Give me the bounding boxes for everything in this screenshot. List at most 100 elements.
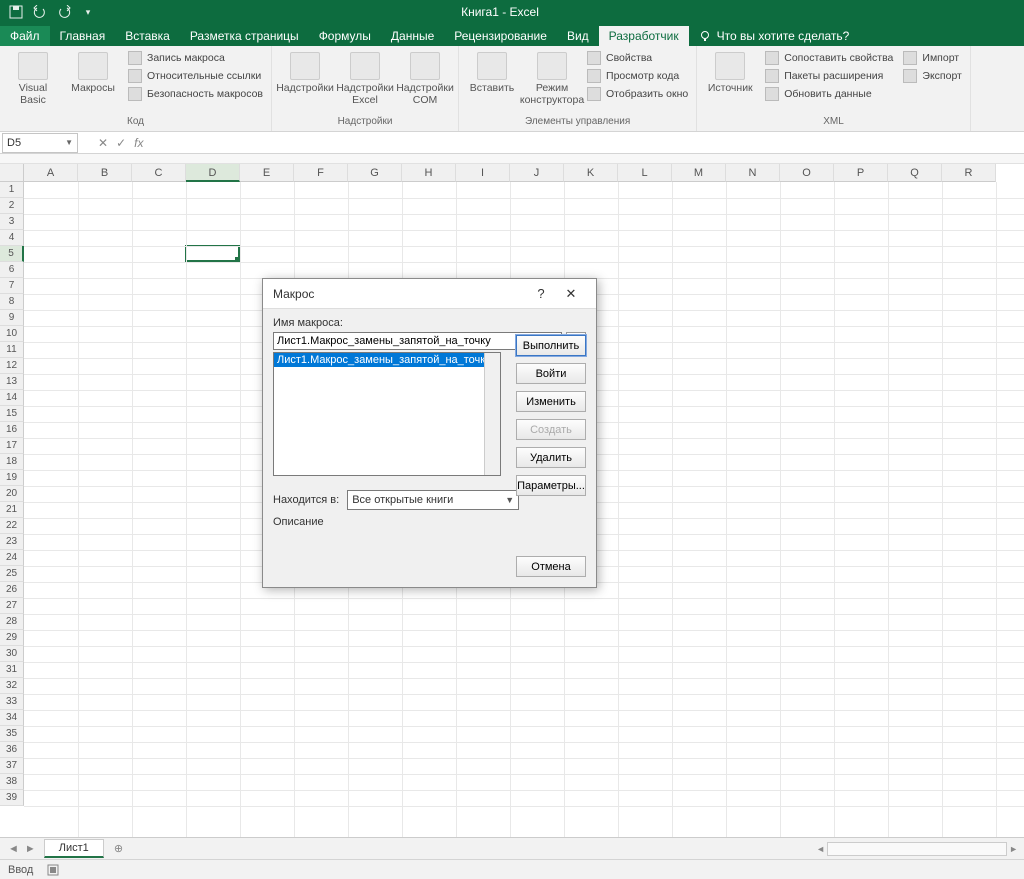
- column-header[interactable]: O: [780, 164, 834, 182]
- insert-control-button[interactable]: Вставить: [465, 50, 519, 96]
- scroll-left-icon[interactable]: ◄: [816, 844, 825, 854]
- column-header[interactable]: N: [726, 164, 780, 182]
- row-header[interactable]: 25: [0, 566, 24, 582]
- column-header[interactable]: J: [510, 164, 564, 182]
- add-sheet-button[interactable]: ⊕: [114, 842, 123, 855]
- dialog-titlebar[interactable]: Макрос ? ✕: [263, 279, 596, 309]
- row-header[interactable]: 6: [0, 262, 24, 278]
- record-macro-button[interactable]: Запись макроса: [126, 50, 265, 66]
- sheet-tab[interactable]: Лист1: [44, 839, 104, 858]
- row-header[interactable]: 7: [0, 278, 24, 294]
- column-header[interactable]: H: [402, 164, 456, 182]
- redo-icon[interactable]: [56, 4, 72, 20]
- column-header[interactable]: K: [564, 164, 618, 182]
- row-header[interactable]: 11: [0, 342, 24, 358]
- row-header[interactable]: 8: [0, 294, 24, 310]
- macro-security-button[interactable]: Безопасность макросов: [126, 86, 265, 102]
- column-header[interactable]: D: [186, 164, 240, 182]
- refresh-data-button[interactable]: Обновить данные: [763, 86, 895, 102]
- close-button[interactable]: ✕: [556, 286, 586, 302]
- row-header[interactable]: 20: [0, 486, 24, 502]
- macros-in-select[interactable]: Все открытые книги ▼: [347, 490, 519, 510]
- row-header[interactable]: 30: [0, 646, 24, 662]
- active-cell[interactable]: [185, 245, 240, 262]
- tab-pagelayout[interactable]: Разметка страницы: [180, 26, 309, 46]
- run-button[interactable]: Выполнить: [516, 335, 586, 356]
- design-mode-button[interactable]: Режим конструктора: [525, 50, 579, 108]
- chevron-down-icon[interactable]: ▼: [505, 495, 514, 505]
- row-header[interactable]: 1: [0, 182, 24, 198]
- horizontal-scrollbar[interactable]: [827, 842, 1007, 856]
- map-properties-button[interactable]: Сопоставить свойства: [763, 50, 895, 66]
- tab-data[interactable]: Данные: [381, 26, 444, 46]
- row-header[interactable]: 32: [0, 678, 24, 694]
- column-header[interactable]: I: [456, 164, 510, 182]
- row-header[interactable]: 9: [0, 310, 24, 326]
- column-header[interactable]: B: [78, 164, 132, 182]
- row-header[interactable]: 36: [0, 742, 24, 758]
- macro-listbox[interactable]: Лист1.Макрос_замены_запятой_на_точку: [273, 352, 501, 476]
- tab-insert[interactable]: Вставка: [115, 26, 180, 46]
- save-icon[interactable]: [8, 4, 24, 20]
- row-header[interactable]: 17: [0, 438, 24, 454]
- column-header[interactable]: C: [132, 164, 186, 182]
- tab-formulas[interactable]: Формулы: [309, 26, 381, 46]
- tab-view[interactable]: Вид: [557, 26, 599, 46]
- row-header[interactable]: 35: [0, 726, 24, 742]
- properties-button[interactable]: Свойства: [585, 50, 690, 66]
- row-header[interactable]: 28: [0, 614, 24, 630]
- tab-developer[interactable]: Разработчик: [599, 26, 689, 46]
- row-header[interactable]: 37: [0, 758, 24, 774]
- visual-basic-button[interactable]: Visual Basic: [6, 50, 60, 108]
- row-header[interactable]: 12: [0, 358, 24, 374]
- row-header[interactable]: 33: [0, 694, 24, 710]
- column-header[interactable]: L: [618, 164, 672, 182]
- row-header[interactable]: 10: [0, 326, 24, 342]
- view-code-button[interactable]: Просмотр кода: [585, 68, 690, 84]
- row-header[interactable]: 27: [0, 598, 24, 614]
- sheet-nav[interactable]: ◄►: [0, 843, 44, 855]
- column-header[interactable]: A: [24, 164, 78, 182]
- row-header[interactable]: 19: [0, 470, 24, 486]
- excel-addins-button[interactable]: Надстройки Excel: [338, 50, 392, 108]
- tab-home[interactable]: Главная: [50, 26, 116, 46]
- row-header[interactable]: 34: [0, 710, 24, 726]
- column-header[interactable]: R: [942, 164, 996, 182]
- cancel-formula-icon[interactable]: ✕: [98, 136, 108, 150]
- delete-button[interactable]: Удалить: [516, 447, 586, 468]
- column-header[interactable]: F: [294, 164, 348, 182]
- customize-qat-icon[interactable]: ▾: [80, 4, 96, 20]
- row-header[interactable]: 29: [0, 630, 24, 646]
- row-header[interactable]: 18: [0, 454, 24, 470]
- edit-button[interactable]: Изменить: [516, 391, 586, 412]
- source-button[interactable]: Источник: [703, 50, 757, 96]
- options-button[interactable]: Параметры...: [516, 475, 586, 496]
- enter-formula-icon[interactable]: ✓: [116, 136, 126, 150]
- import-xml-button[interactable]: Импорт: [901, 50, 963, 66]
- row-header[interactable]: 3: [0, 214, 24, 230]
- help-button[interactable]: ?: [526, 286, 556, 301]
- tab-file[interactable]: Файл: [0, 26, 50, 46]
- row-header[interactable]: 39: [0, 790, 24, 806]
- scroll-right-icon[interactable]: ►: [1009, 844, 1018, 854]
- row-header[interactable]: 14: [0, 390, 24, 406]
- macro-record-status-icon[interactable]: [47, 864, 59, 876]
- row-header[interactable]: 15: [0, 406, 24, 422]
- listbox-scrollbar[interactable]: [484, 353, 500, 475]
- com-addins-button[interactable]: Надстройки COM: [398, 50, 452, 108]
- row-header[interactable]: 26: [0, 582, 24, 598]
- row-header[interactable]: 38: [0, 774, 24, 790]
- row-header[interactable]: 21: [0, 502, 24, 518]
- fx-icon[interactable]: fx: [134, 136, 143, 150]
- select-all-corner[interactable]: [0, 164, 24, 182]
- prev-sheet-icon[interactable]: ◄: [8, 843, 19, 855]
- column-header[interactable]: M: [672, 164, 726, 182]
- column-header[interactable]: G: [348, 164, 402, 182]
- row-header[interactable]: 13: [0, 374, 24, 390]
- row-header[interactable]: 2: [0, 198, 24, 214]
- addins-button[interactable]: Надстройки: [278, 50, 332, 96]
- column-header[interactable]: P: [834, 164, 888, 182]
- tab-review[interactable]: Рецензирование: [444, 26, 557, 46]
- row-header[interactable]: 24: [0, 550, 24, 566]
- macro-list-item[interactable]: Лист1.Макрос_замены_запятой_на_точку: [274, 353, 500, 367]
